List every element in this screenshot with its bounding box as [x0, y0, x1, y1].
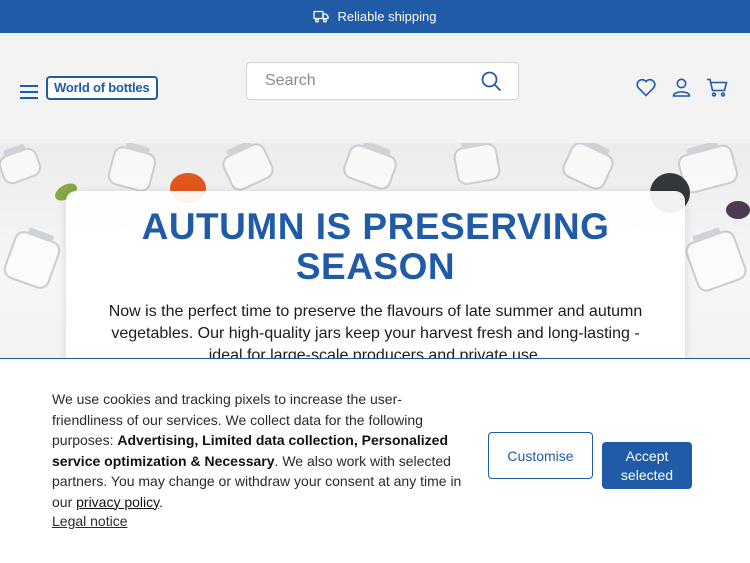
search-input[interactable]	[265, 63, 485, 99]
heart-icon[interactable]	[636, 78, 656, 102]
top-announcement-bar: Reliable shipping	[0, 0, 750, 33]
accept-selected-button[interactable]: Accept selected	[602, 442, 692, 489]
cookie-period: .	[159, 493, 164, 510]
privacy-policy-link[interactable]: privacy policy	[76, 494, 159, 510]
jar-image	[219, 143, 277, 194]
jar-image	[682, 227, 750, 295]
menu-icon[interactable]	[20, 85, 38, 99]
cookie-text: We use cookies and tracking pixels to in…	[52, 389, 462, 512]
truck-icon	[313, 10, 330, 23]
hero-title: AUTUMN IS PRESERVING SEASON	[141, 206, 610, 287]
eggplant-image	[726, 201, 750, 219]
jar-image	[0, 145, 44, 187]
site-logo[interactable]: World of bottles	[46, 76, 158, 100]
search-icon[interactable]	[481, 71, 502, 97]
jar-image	[0, 228, 64, 292]
legal-notice-link[interactable]: Legal notice	[52, 513, 128, 529]
hero-banner: AUTUMN IS PRESERVING SEASON Now is the p…	[0, 143, 750, 358]
jar-image	[105, 143, 159, 195]
hero-description: Now is the perfect time to preserve the …	[108, 303, 643, 358]
hero-card: AUTUMN IS PRESERVING SEASON Now is the p…	[66, 191, 685, 358]
customise-button[interactable]: Customise	[488, 432, 593, 479]
jar-image	[452, 143, 502, 187]
jar-image	[559, 143, 617, 193]
cart-icon[interactable]	[706, 78, 728, 102]
user-icon[interactable]	[672, 78, 691, 102]
shipping-text: Reliable shipping	[337, 9, 437, 24]
search-box	[246, 62, 519, 100]
jar-image	[340, 143, 400, 193]
cookie-consent-banner: We use cookies and tracking pixels to in…	[0, 358, 750, 563]
site-header: World of bottles	[0, 33, 750, 143]
